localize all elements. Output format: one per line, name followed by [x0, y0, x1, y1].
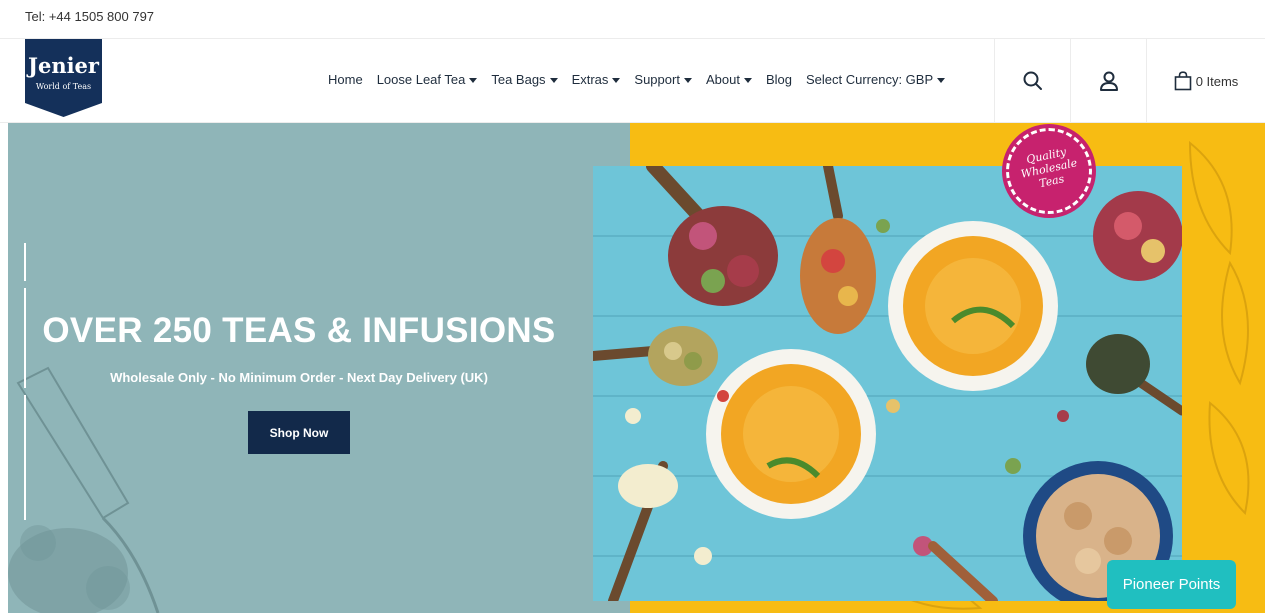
cart-count: 0 Items	[1195, 73, 1239, 89]
hero-title: OVER 250 TEAS & INFUSIONS	[42, 311, 556, 350]
hero-subtitle: Wholesale Only - No Minimum Order - Next…	[110, 370, 488, 385]
svg-text:Jenier: Jenier	[26, 53, 100, 78]
hero-banner: OVER 250 TEAS & INFUSIONS Wholesale Only…	[0, 123, 1265, 613]
site-logo[interactable]: Jenier World of Teas	[25, 39, 102, 117]
caret-down-icon	[683, 77, 692, 83]
nav-home-label: Home	[328, 72, 363, 87]
shopping-bag-icon	[1174, 71, 1191, 91]
caret-down-icon	[937, 77, 946, 83]
caret-down-icon	[469, 77, 478, 83]
svg-text:World of Teas: World of Teas	[36, 82, 91, 91]
nav-blog-label: Blog	[765, 72, 792, 87]
nav-tea-bags-label: Tea Bags	[491, 72, 546, 87]
logo-shield-icon: Jenier World of Teas	[25, 39, 102, 117]
tea-cups-image	[593, 166, 1182, 601]
nav-extras-label: Extras	[571, 72, 609, 87]
nav-about-label: About	[705, 72, 740, 87]
user-icon	[1099, 71, 1118, 91]
phone-number: Tel: +44 1505 800 797	[25, 9, 155, 24]
tea-photo	[593, 166, 1182, 601]
nav-tea-bags[interactable]: Tea Bags	[491, 72, 558, 87]
currency-selector[interactable]: Select Currency: GBP	[805, 72, 946, 87]
caret-down-icon	[549, 77, 558, 83]
slider-indicator[interactable]	[24, 395, 26, 520]
nav-extras[interactable]: Extras	[572, 72, 621, 87]
account-button[interactable]	[1070, 39, 1146, 123]
slider-indicator[interactable]	[24, 243, 26, 281]
caret-down-icon	[612, 77, 621, 83]
tea-scoop-illustration	[8, 366, 160, 613]
nav-blog[interactable]: Blog	[766, 72, 792, 87]
site-header: Jenier World of Teas Home Loose Leaf Tea…	[0, 39, 1265, 123]
hero-left-panel: OVER 250 TEAS & INFUSIONS Wholesale Only…	[8, 123, 630, 613]
nav-support[interactable]: Support	[634, 72, 692, 87]
nav-home[interactable]: Home	[328, 72, 363, 87]
nav-about[interactable]: About	[706, 72, 752, 87]
search-button[interactable]	[994, 39, 1070, 123]
main-nav: Home Loose Leaf Tea Tea Bags Extras Supp…	[328, 72, 946, 87]
nav-loose-leaf-tea-label: Loose Leaf Tea	[376, 72, 466, 87]
nav-support-label: Support	[634, 72, 680, 87]
pioneer-points-button[interactable]: Pioneer Points	[1107, 560, 1236, 609]
currency-selector-label: Select Currency: GBP	[805, 72, 934, 87]
caret-down-icon	[743, 77, 752, 83]
top-bar: Tel: +44 1505 800 797	[0, 0, 1265, 39]
cart-button[interactable]: 0 Items	[1146, 39, 1265, 123]
shop-now-button[interactable]: Shop Now	[248, 411, 350, 454]
nav-loose-leaf-tea[interactable]: Loose Leaf Tea	[377, 72, 478, 87]
search-icon	[1023, 71, 1042, 90]
